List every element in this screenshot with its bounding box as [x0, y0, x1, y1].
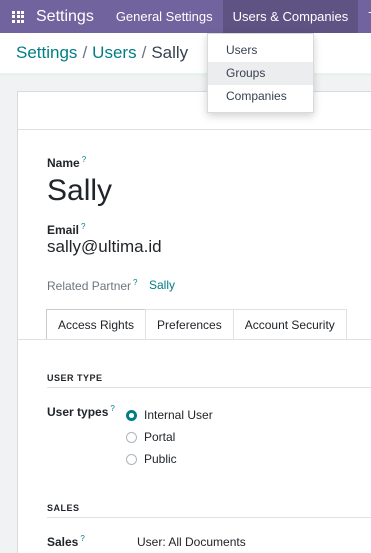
breadcrumb-separator: /	[82, 43, 88, 62]
tab-account-security[interactable]: Account Security	[232, 309, 347, 339]
divider	[0, 73, 371, 76]
breadcrumb-settings[interactable]: Settings	[16, 43, 77, 62]
top-navbar: Settings General Settings Users & Compan…	[0, 0, 371, 33]
sales-section-title: SALES	[47, 503, 80, 513]
notebook-tabs: Access Rights Preferences Account Securi…	[46, 309, 347, 340]
radio-label: Public	[144, 452, 177, 466]
help-icon[interactable]: ?	[80, 534, 84, 543]
user-type-section-title: USER TYPE	[47, 373, 103, 383]
control-panel: Settings / Users / Sally	[0, 33, 371, 74]
radio-portal[interactable]: Portal	[126, 426, 213, 448]
radio-label: Internal User	[144, 408, 213, 422]
name-label: Name?	[47, 155, 87, 170]
sheet-header	[18, 92, 371, 130]
dropdown-item-users[interactable]: Users	[208, 39, 313, 62]
menu-translations[interactable]: Transla	[358, 0, 371, 33]
email-field[interactable]: sally@ultima.id	[47, 237, 162, 257]
help-icon[interactable]: ?	[81, 222, 85, 231]
dropdown-item-companies[interactable]: Companies	[208, 85, 313, 108]
name-field[interactable]: Sally	[47, 174, 112, 208]
sales-label: Sales?	[47, 534, 85, 549]
menu-general-settings[interactable]: General Settings	[106, 0, 223, 33]
help-icon[interactable]: ?	[133, 278, 137, 287]
menu-users-companies[interactable]: Users & Companies	[222, 0, 359, 33]
user-types-label: User types?	[47, 404, 115, 419]
user-type-radio-group: Internal User Portal Public	[126, 404, 213, 470]
users-companies-dropdown: Users Groups Companies	[207, 33, 314, 113]
radio-unchecked-icon[interactable]	[126, 453, 137, 465]
app-title[interactable]: Settings	[36, 8, 94, 26]
radio-checked-icon[interactable]	[126, 409, 137, 421]
section-divider	[47, 387, 371, 388]
apps-grid-icon[interactable]	[12, 10, 24, 23]
breadcrumb: Settings / Users / Sally	[16, 43, 188, 63]
related-partner-label: Related Partner?	[47, 278, 138, 293]
breadcrumb-separator: /	[141, 43, 147, 62]
radio-label: Portal	[144, 430, 176, 444]
tab-preferences[interactable]: Preferences	[145, 309, 234, 339]
related-partner-link[interactable]: Sally	[149, 278, 175, 292]
help-icon[interactable]: ?	[110, 404, 114, 413]
sales-access-select[interactable]: User: All Documents	[137, 535, 246, 549]
form-sheet: Name? Sally Email? sally@ultima.id Relat…	[17, 91, 371, 553]
breadcrumb-users[interactable]: Users	[92, 43, 136, 62]
radio-internal-user[interactable]: Internal User	[126, 404, 213, 426]
dropdown-item-groups[interactable]: Groups	[208, 62, 313, 85]
tab-access-rights[interactable]: Access Rights	[46, 309, 147, 340]
email-label: Email?	[47, 222, 86, 237]
radio-public[interactable]: Public	[126, 448, 213, 470]
radio-unchecked-icon[interactable]	[126, 431, 137, 443]
help-icon[interactable]: ?	[82, 155, 86, 164]
breadcrumb-current: Sally	[151, 43, 189, 62]
section-divider	[47, 517, 371, 518]
tabs-divider	[18, 339, 371, 340]
